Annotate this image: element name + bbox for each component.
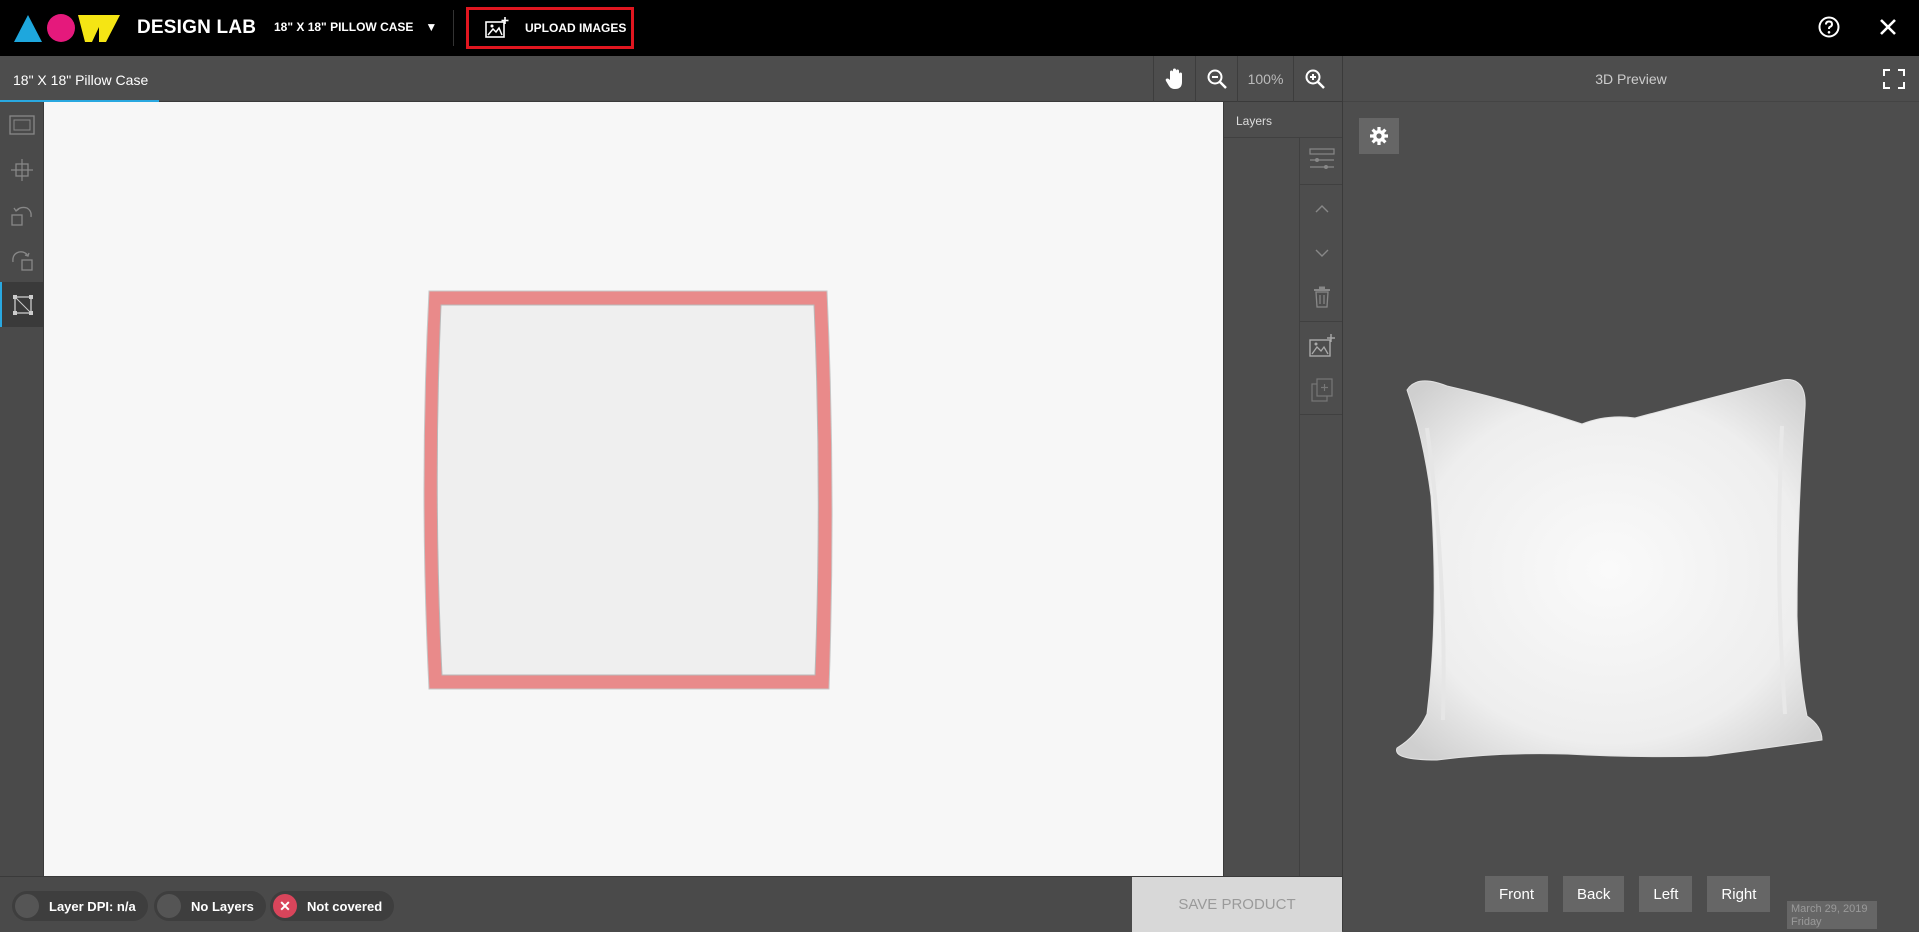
view-back-button[interactable]: Back bbox=[1563, 876, 1625, 912]
rotate-right-icon bbox=[12, 250, 33, 271]
divider bbox=[1300, 414, 1344, 415]
print-area[interactable] bbox=[419, 289, 839, 693]
help-icon[interactable] bbox=[1818, 16, 1840, 38]
layers-status: No Layers bbox=[154, 891, 266, 921]
crop-frame-button[interactable] bbox=[0, 282, 44, 327]
date-stamp: March 29, 2019 Friday bbox=[1787, 901, 1877, 929]
duplicate-icon bbox=[1311, 378, 1333, 402]
pan-hand-icon bbox=[1165, 68, 1182, 89]
dpi-status: Layer DPI: n/a bbox=[12, 891, 148, 921]
status-bar: Layer DPI: n/a No Layers ✕ Not covered S… bbox=[0, 876, 1342, 932]
preview-panel: 3D Preview Front Back Left Right March 2… bbox=[1342, 56, 1919, 931]
fit-frame-icon bbox=[9, 114, 35, 135]
coverage-status: ✕ Not covered bbox=[270, 891, 395, 921]
preview-settings-button[interactable] bbox=[1359, 118, 1399, 154]
view-left-button[interactable]: Left bbox=[1639, 876, 1693, 912]
product-select[interactable]: 18" X 18" PILLOW CASE ▼ bbox=[274, 20, 437, 34]
layer-tools bbox=[1299, 138, 1344, 876]
weekday-line: Friday bbox=[1791, 916, 1822, 928]
save-product-button[interactable]: SAVE PRODUCT bbox=[1132, 877, 1342, 932]
zoom-level: 100% bbox=[1237, 56, 1293, 102]
pillow-3d-model[interactable] bbox=[1387, 316, 1877, 816]
move-layer-up-button[interactable] bbox=[1300, 187, 1344, 231]
rotate-left-icon bbox=[11, 206, 32, 226]
status-dot bbox=[157, 894, 181, 918]
app-title: DESIGN LAB bbox=[137, 17, 257, 38]
layers-list bbox=[1224, 138, 1299, 876]
preview-title: 3D Preview bbox=[1595, 70, 1667, 87]
preview-header: 3D Preview bbox=[1343, 56, 1919, 102]
tab-pillow-case[interactable]: 18" X 18" Pillow Case bbox=[0, 56, 159, 102]
fit-frame-button[interactable] bbox=[0, 102, 44, 147]
coverage-status-label: Not covered bbox=[307, 898, 383, 914]
view-right-button[interactable]: Right bbox=[1707, 876, 1771, 912]
rotate-left-button[interactable] bbox=[0, 192, 44, 237]
trash-icon bbox=[1314, 286, 1330, 308]
left-toolbar bbox=[0, 102, 44, 876]
caret-down-icon: ▼ bbox=[425, 20, 438, 34]
gear-icon bbox=[1370, 127, 1388, 145]
zoom-in-icon bbox=[1305, 69, 1325, 89]
chevron-down-icon bbox=[1315, 249, 1329, 257]
delete-layer-button[interactable] bbox=[1300, 275, 1344, 319]
editor-toolbar: 18" X 18" Pillow Case 100% bbox=[0, 56, 1342, 102]
view-buttons: Front Back Left Right bbox=[1485, 876, 1771, 912]
logo-mark bbox=[14, 14, 120, 42]
zoom-in-button[interactable] bbox=[1293, 56, 1335, 102]
dpi-status-label: Layer DPI: n/a bbox=[49, 898, 136, 914]
add-image-icon bbox=[1309, 334, 1335, 357]
layers-panel: Layers bbox=[1223, 102, 1344, 876]
view-front-button[interactable]: Front bbox=[1485, 876, 1549, 912]
chevron-up-icon bbox=[1315, 205, 1329, 213]
top-bar: DESIGN LAB 18" X 18" PILLOW CASE ▼ UPLOA… bbox=[0, 0, 1919, 56]
fullscreen-icon[interactable] bbox=[1883, 69, 1905, 89]
crop-frame-icon bbox=[13, 294, 33, 315]
zoom-out-icon bbox=[1207, 69, 1227, 89]
status-dot bbox=[15, 894, 39, 918]
error-x-icon: ✕ bbox=[273, 894, 297, 918]
design-canvas[interactable] bbox=[44, 102, 1223, 876]
layer-options-button[interactable] bbox=[1300, 138, 1344, 182]
upload-image-icon bbox=[485, 17, 509, 38]
pan-button[interactable] bbox=[1153, 56, 1195, 102]
upload-images-label: UPLOAD IMAGES bbox=[525, 21, 627, 35]
view-tools: 100% bbox=[1153, 56, 1335, 102]
add-image-layer-button[interactable] bbox=[1300, 324, 1344, 368]
close-icon[interactable] bbox=[1877, 16, 1899, 38]
rotate-right-button[interactable] bbox=[0, 237, 44, 282]
product-select-label: 18" X 18" PILLOW CASE bbox=[274, 20, 414, 34]
divider bbox=[1300, 184, 1344, 185]
duplicate-layer-button[interactable] bbox=[1300, 368, 1344, 412]
layer-options-icon bbox=[1309, 148, 1335, 169]
zoom-out-button[interactable] bbox=[1195, 56, 1237, 102]
move-layer-down-button[interactable] bbox=[1300, 231, 1344, 275]
date-line: March 29, 2019 bbox=[1791, 903, 1868, 915]
layers-status-label: No Layers bbox=[191, 898, 254, 914]
layers-title: Layers bbox=[1224, 102, 1342, 138]
upload-images-button[interactable]: UPLOAD IMAGES bbox=[466, 7, 634, 49]
divider bbox=[453, 10, 454, 46]
center-button[interactable] bbox=[0, 147, 44, 192]
divider bbox=[1300, 321, 1344, 322]
center-icon bbox=[11, 158, 33, 181]
